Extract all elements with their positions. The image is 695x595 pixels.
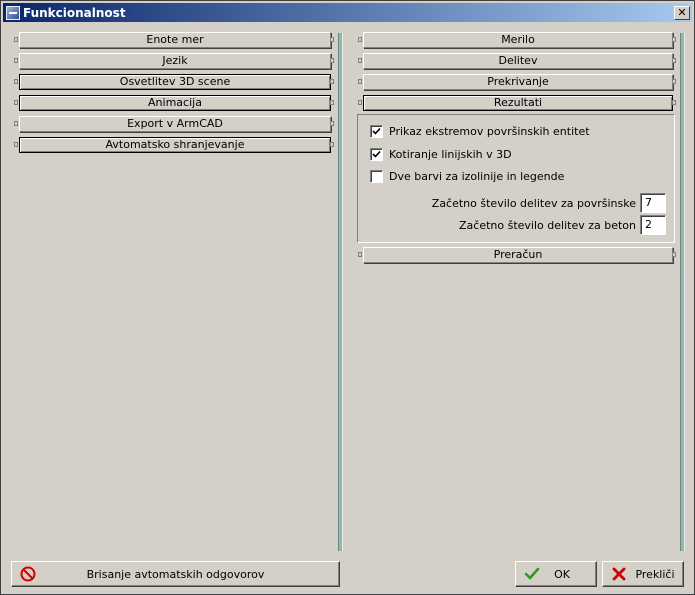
accordion-section: Enote mer: [11, 31, 337, 49]
close-button[interactable]: ✕: [674, 5, 690, 20]
clear-button-label: Brisanje avtomatskih odgovorov: [86, 567, 265, 581]
field-row: Začetno število delitev za beton 2: [459, 215, 666, 235]
accordion-section: Merilo: [355, 31, 679, 49]
accordion-section: Prekrivanje: [355, 73, 679, 91]
handle-left: [358, 58, 362, 63]
rezultati-panel: Prikaz ekstremov površinskih entitet Kot…: [357, 114, 675, 243]
handle-left: [358, 79, 362, 84]
handle-left: [14, 121, 18, 126]
no-entry-icon: [20, 566, 36, 582]
handle-right: [330, 79, 334, 84]
accordion-section: Avtomatsko shranjevanje: [11, 136, 337, 154]
ok-label: OK: [554, 567, 570, 581]
checkbox-row[interactable]: Prikaz ekstremov površinskih entitet: [370, 125, 590, 138]
handle-right: [672, 79, 676, 84]
handle-left: [14, 142, 18, 147]
section-animacija[interactable]: Animacija: [19, 95, 331, 111]
handle-right: [330, 37, 334, 42]
accordion-section: Delitev: [355, 52, 679, 70]
handle-right: [672, 58, 676, 63]
checkbox-label: Dve barvi za izolinije in legende: [389, 170, 565, 183]
handle-left: [14, 58, 18, 63]
handle-right: [330, 100, 334, 105]
section-merilo[interactable]: Merilo: [363, 32, 673, 48]
accordion-section: Preračun: [355, 246, 679, 264]
red-x-icon: [612, 567, 626, 581]
handle-left: [358, 252, 362, 257]
checkbox-prikaz-ekstremov[interactable]: [370, 125, 383, 138]
accordion-section: Jezik: [11, 52, 337, 70]
handle-right: [330, 58, 334, 63]
ok-button[interactable]: OK: [515, 561, 597, 587]
field-label: Začetno število delitev za površinske: [431, 196, 636, 210]
app-icon: [6, 5, 20, 20]
checkmark-icon: [372, 150, 381, 158]
checkmark-icon: [524, 567, 540, 580]
handle-right: [672, 252, 676, 257]
section-osvetlitev[interactable]: Osvetlitev 3D scene: [19, 74, 331, 90]
beton-count-input[interactable]: 2: [640, 215, 666, 235]
section-jezik[interactable]: Jezik: [19, 53, 331, 69]
section-prekrivanje[interactable]: Prekrivanje: [363, 74, 673, 90]
right-accordion: Merilo Delitev Prekrivanje Rezultati: [355, 31, 679, 115]
handle-right: [672, 37, 676, 42]
checkbox-row[interactable]: Dve barvi za izolinije in legende: [370, 170, 564, 183]
window-title: Funkcionalnost: [23, 5, 126, 20]
handle-right: [672, 100, 676, 105]
section-avtomatsko-shranjevanje[interactable]: Avtomatsko shranjevanje: [19, 137, 331, 153]
handle-right: [330, 142, 334, 147]
checkbox-dve-barvi[interactable]: [370, 170, 383, 183]
handle-left: [358, 37, 362, 42]
handle-left: [14, 79, 18, 84]
checkbox-kotiranje[interactable]: [370, 148, 383, 161]
field-row: Začetno število delitev za površinske 7: [432, 193, 666, 213]
checkbox-row[interactable]: Kotiranje linijskih v 3D: [370, 148, 512, 161]
title-bar: Funkcionalnost ✕: [3, 3, 692, 22]
left-accordion: Enote mer Jezik Osvetlitev 3D scene Anim…: [11, 31, 337, 157]
accordion-section: Osvetlitev 3D scene: [11, 73, 337, 91]
accordion-section: Rezultati: [355, 94, 679, 112]
checkbox-label: Kotiranje linijskih v 3D: [389, 148, 512, 161]
section-delitev[interactable]: Delitev: [363, 53, 673, 69]
handle-right: [330, 121, 334, 126]
accordion-section: Animacija: [11, 94, 337, 112]
section-preracun[interactable]: Preračun: [363, 247, 673, 263]
right-splitter[interactable]: [680, 33, 685, 551]
dialog-window: Funkcionalnost ✕ Enote mer Jezik Osvetli…: [0, 0, 695, 595]
handle-left: [358, 100, 362, 105]
accordion-section: Export v ArmCAD: [11, 115, 337, 133]
checkbox-label: Prikaz ekstremov površinskih entitet: [389, 125, 590, 138]
right-accordion-lower: Preračun: [355, 246, 679, 267]
cancel-label: Prekliči: [635, 567, 675, 581]
checkmark-icon: [372, 127, 381, 135]
field-label: Začetno število delitev za beton: [459, 218, 636, 232]
handle-left: [14, 100, 18, 105]
povrsinske-count-input[interactable]: 7: [640, 193, 666, 213]
section-export-armcad[interactable]: Export v ArmCAD: [19, 116, 331, 132]
handle-left: [14, 37, 18, 42]
section-enote-mer[interactable]: Enote mer: [19, 32, 331, 48]
cancel-button[interactable]: Prekliči: [602, 561, 684, 587]
section-rezultati[interactable]: Rezultati: [363, 95, 673, 111]
clear-auto-answers-button[interactable]: Brisanje avtomatskih odgovorov: [11, 561, 340, 587]
left-splitter[interactable]: [338, 33, 343, 551]
